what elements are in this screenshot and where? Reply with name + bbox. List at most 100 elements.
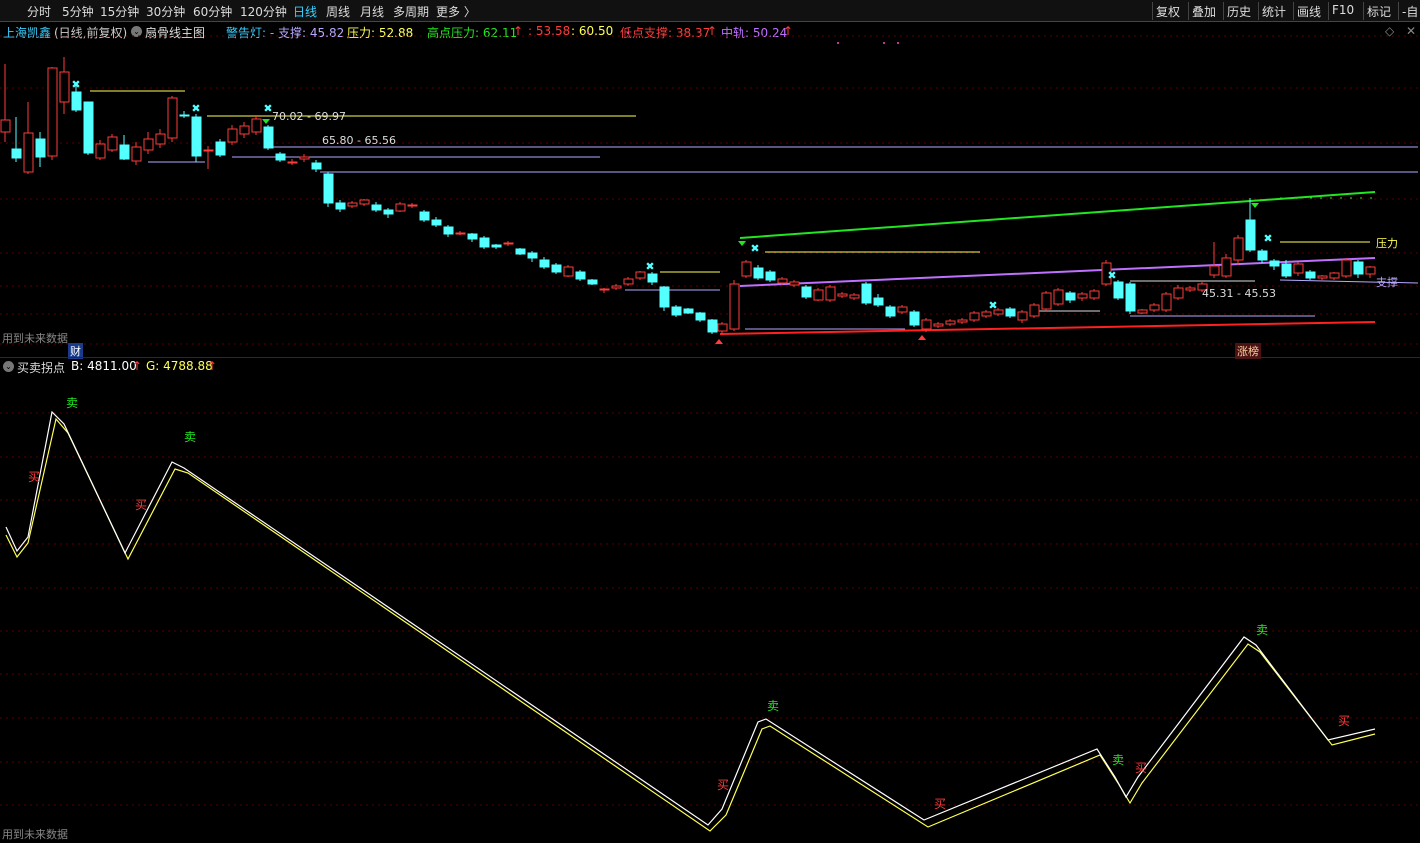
overlay-button[interactable]: 叠加 (1188, 2, 1219, 20)
candle-body (717, 323, 728, 332)
candle-body (1089, 290, 1100, 299)
lower-channel-line (719, 321, 1376, 335)
candle-body (347, 202, 358, 207)
buy-signal-label: 买 (717, 778, 729, 792)
candle-body (0, 119, 11, 133)
candle-body (191, 116, 202, 157)
candle-body (741, 261, 752, 277)
candle-body (383, 209, 394, 215)
down-arrow-icon (738, 241, 746, 246)
candle-body (1137, 309, 1148, 314)
candle-body (1173, 287, 1184, 299)
candle-body (47, 67, 58, 157)
sell-signal-label: 卖 (66, 396, 78, 410)
candle-body (1341, 259, 1352, 277)
sell-signal-label: 卖 (767, 699, 779, 713)
tab-15min[interactable]: 15分钟 (100, 3, 139, 20)
candle-body (119, 144, 130, 160)
candle-body (203, 149, 214, 152)
tab-60min[interactable]: 60分钟 (193, 3, 232, 20)
candle-body (909, 311, 920, 326)
tab-multi-period[interactable]: 多周期 (393, 3, 429, 20)
candle-body (239, 125, 250, 135)
candle-body (1041, 292, 1052, 310)
draw-line-button[interactable]: 画线 (1293, 2, 1324, 20)
self-button[interactable]: -自 (1398, 2, 1420, 20)
tab-daily[interactable]: 日线 (293, 3, 317, 20)
candle-body (311, 162, 322, 170)
candle-body (563, 266, 574, 277)
candle-body (825, 286, 836, 301)
candle-body (1125, 283, 1136, 312)
candle-body (179, 114, 190, 117)
buy-signal-label: 买 (1135, 761, 1147, 775)
candle-body (1185, 287, 1196, 291)
candle-body (155, 133, 166, 145)
candle-body (527, 252, 538, 259)
buy-signal-label: 买 (934, 797, 946, 811)
candle-body (515, 248, 526, 255)
candle-body (431, 219, 442, 226)
candle-body (1269, 260, 1280, 267)
candle-body (837, 293, 848, 297)
tab-fenshi[interactable]: 分时 (27, 3, 51, 20)
candle-body (1257, 250, 1268, 261)
mark-button[interactable]: 标记 (1363, 2, 1394, 20)
candle-body (753, 267, 764, 279)
x-marker: ✖ (71, 78, 80, 91)
tab-monthly[interactable]: 月线 (360, 3, 384, 20)
middle-channel-line (739, 257, 1376, 287)
future-data-note-sub: 用到未来数据 (2, 828, 68, 841)
candle-body (35, 138, 46, 158)
candle-body (395, 203, 406, 212)
up-arrow-icon (715, 339, 723, 344)
tab-120min[interactable]: 120分钟 (240, 3, 287, 20)
buy-signal-label: 买 (1338, 714, 1350, 728)
f10-button[interactable]: F10 (1328, 2, 1357, 20)
candle-body (59, 71, 70, 103)
tab-weekly[interactable]: 周线 (326, 3, 350, 20)
history-button[interactable]: 历史 (1223, 2, 1254, 20)
candle-body (1017, 311, 1028, 321)
candle-body (849, 294, 860, 299)
g-line (5, 417, 1376, 832)
candle-body (635, 271, 646, 279)
candle-body (251, 118, 262, 133)
buy-signal-label: 买 (135, 498, 147, 512)
candle-body (23, 132, 34, 173)
candle-body (765, 271, 776, 281)
candle-body (11, 148, 22, 159)
candle-body (323, 173, 334, 204)
range-label-1: 70.02 - 69.97 (272, 110, 346, 123)
candle-body (1149, 304, 1160, 311)
candle-body (801, 286, 812, 298)
candle-body (921, 319, 932, 330)
x-marker: ✖ (645, 260, 654, 273)
candle-body (287, 161, 298, 164)
candle-body (611, 285, 622, 289)
tab-5min[interactable]: 5分钟 (62, 3, 94, 20)
candle-body (1365, 266, 1376, 275)
candle-body (969, 312, 980, 321)
candle-body (215, 141, 226, 156)
candle-body (933, 323, 944, 327)
dot-marker (837, 42, 839, 44)
candle-body (371, 204, 382, 211)
candle-body (945, 320, 956, 325)
candle-body (1305, 271, 1316, 279)
candle-body (491, 244, 502, 248)
down-arrow-icon (262, 119, 270, 124)
tab-more[interactable]: 更多 〉 (436, 3, 476, 20)
candle-body (1209, 265, 1220, 276)
period-toolbar: 分时 5分钟 15分钟 30分钟 60分钟 120分钟 日线 周线 月线 多周期… (0, 0, 1420, 22)
stats-button[interactable]: 统计 (1258, 2, 1289, 20)
candle-body (659, 286, 670, 308)
candle-body (1293, 263, 1304, 274)
fuquan-button[interactable]: 复权 (1152, 2, 1183, 20)
candle-body (1317, 275, 1328, 279)
buy-sell-turning-chart: 卖买买卖买卖买卖买卖买 (0, 396, 1420, 832)
b-line (5, 410, 1376, 826)
tab-30min[interactable]: 30分钟 (146, 3, 185, 20)
candle-body (95, 143, 106, 159)
candle-body (729, 283, 740, 330)
